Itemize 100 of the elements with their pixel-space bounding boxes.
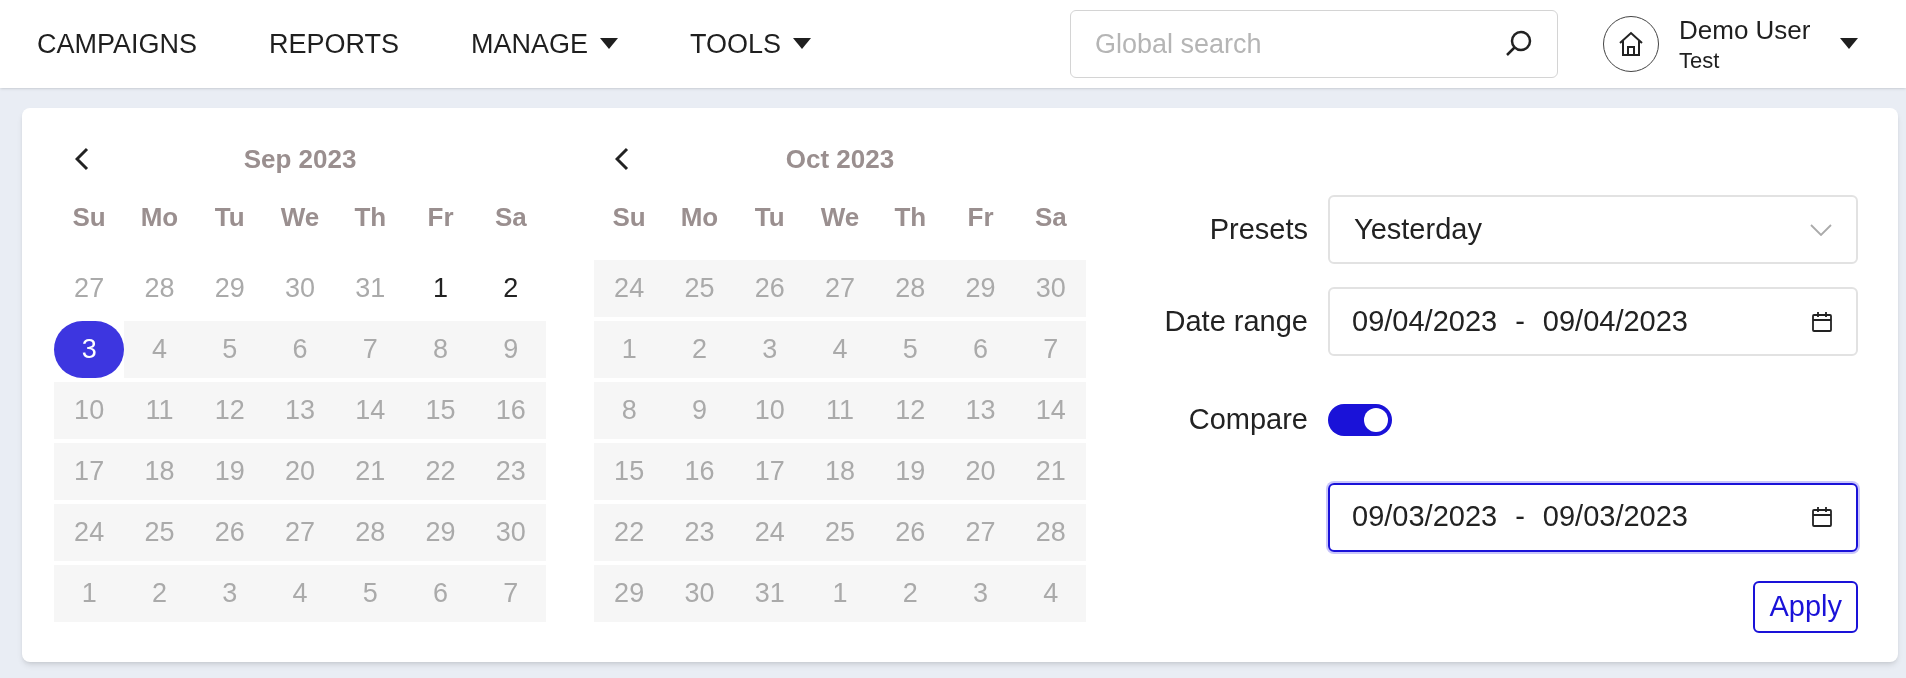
- calendar-day[interactable]: 4: [264, 565, 336, 622]
- calendar-day[interactable]: 12: [875, 382, 946, 439]
- calendar-day[interactable]: 3: [54, 321, 125, 378]
- calendar-day[interactable]: 27: [804, 260, 876, 317]
- calendar-day[interactable]: 25: [664, 260, 735, 317]
- calendar-day[interactable]: 13: [264, 382, 336, 439]
- calendar-day[interactable]: 25: [804, 504, 876, 561]
- calendar-day[interactable]: 7: [335, 321, 406, 378]
- calendar-day[interactable]: 8: [405, 321, 476, 378]
- calendar-day[interactable]: 31: [734, 565, 805, 622]
- calendar-day[interactable]: 15: [405, 382, 476, 439]
- calendar-day[interactable]: 1: [804, 565, 876, 622]
- search-field[interactable]: Global search: [1070, 10, 1558, 78]
- calendar-day[interactable]: 4: [804, 321, 876, 378]
- calendar-day[interactable]: 20: [945, 443, 1016, 500]
- calendar-day[interactable]: 2: [664, 321, 735, 378]
- weekday-label: Mo: [140, 200, 179, 234]
- calendar-day[interactable]: 12: [194, 382, 265, 439]
- calendar-day[interactable]: 11: [804, 382, 876, 439]
- calendar-day[interactable]: 5: [194, 321, 265, 378]
- calendar-day[interactable]: 23: [664, 504, 735, 561]
- calendar-day[interactable]: 6: [264, 321, 336, 378]
- weekday-label: Mo: [680, 200, 719, 234]
- calendar-day[interactable]: 4: [124, 321, 195, 378]
- calendar-day[interactable]: 2: [875, 565, 946, 622]
- calendar-day[interactable]: 3: [194, 565, 265, 622]
- apply-button[interactable]: Apply: [1753, 580, 1858, 633]
- calendar-day[interactable]: 4: [1015, 565, 1086, 622]
- calendar-day[interactable]: 22: [594, 504, 665, 561]
- calendar-day[interactable]: 15: [594, 443, 665, 500]
- nav-menu-item[interactable]: TOOLS: [690, 23, 812, 65]
- calendar-day[interactable]: 28: [875, 260, 946, 317]
- calendar-day[interactable]: 5: [335, 565, 406, 622]
- calendar-day[interactable]: 28: [1015, 504, 1086, 561]
- weekday-label: Tu: [754, 200, 785, 234]
- calendar-day[interactable]: 9: [475, 321, 546, 378]
- calendar-day[interactable]: 16: [664, 443, 735, 500]
- calendar-day[interactable]: 1: [54, 565, 125, 622]
- calendar-day[interactable]: 3: [734, 321, 805, 378]
- weekday-label: We: [280, 200, 320, 234]
- calendar-day[interactable]: 26: [734, 260, 805, 317]
- calendar-day[interactable]: 9: [664, 382, 735, 439]
- calendar-day[interactable]: 6: [405, 565, 476, 622]
- presets-dropdown[interactable]: Yesterday: [1328, 195, 1858, 264]
- weekday-label: Fr: [427, 200, 454, 234]
- calendar-day[interactable]: 14: [1015, 382, 1086, 439]
- calendar-day[interactable]: 25: [124, 504, 195, 561]
- user-name[interactable]: Demo User: [1679, 14, 1811, 47]
- calendar-day[interactable]: 27: [264, 504, 336, 561]
- calendar-day[interactable]: 24: [54, 504, 125, 561]
- calendar-day[interactable]: 23: [475, 443, 546, 500]
- caret-icon: [793, 38, 812, 50]
- weekday-label: Sa: [1034, 200, 1067, 234]
- calendar-day[interactable]: 30: [1015, 260, 1086, 317]
- weekday-label: Th: [894, 200, 927, 234]
- calendar-day[interactable]: 17: [734, 443, 805, 500]
- calendar-day[interactable]: 26: [194, 504, 265, 561]
- calendar-day[interactable]: 8: [594, 382, 665, 439]
- calendar-day[interactable]: 14: [335, 382, 406, 439]
- calendar-day[interactable]: 11: [124, 382, 195, 439]
- calendar-day[interactable]: 21: [335, 443, 406, 500]
- compare-range-field[interactable]: 09/03/2023 - 09/03/2023: [1328, 482, 1858, 552]
- calendar-day[interactable]: 21: [1015, 443, 1086, 500]
- calendar-day[interactable]: 17: [54, 443, 125, 500]
- calendar-day[interactable]: 29: [594, 565, 665, 622]
- calendar-day[interactable]: 22: [405, 443, 476, 500]
- calendar-day[interactable]: 1: [594, 321, 665, 378]
- calendar-day[interactable]: 5: [875, 321, 946, 378]
- nav-menu-item[interactable]: REPORTS: [269, 23, 400, 65]
- calendar-day[interactable]: 19: [875, 443, 946, 500]
- nav-menu-item[interactable]: CAMPAIGNS: [37, 23, 198, 65]
- calendar-day[interactable]: 10: [54, 382, 125, 439]
- calendar-day[interactable]: 3: [945, 565, 1016, 622]
- nav-menu-item[interactable]: MANAGE: [471, 23, 619, 65]
- calendar-day[interactable]: 29: [405, 504, 476, 561]
- calendar-day[interactable]: 24: [734, 504, 805, 561]
- calendar-day[interactable]: 20: [264, 443, 336, 500]
- caret-icon: [600, 38, 619, 50]
- date-range-field[interactable]: 09/04/2023 - 09/04/2023: [1328, 287, 1858, 356]
- calendar-icon: [1810, 309, 1834, 334]
- calendar-day[interactable]: 18: [804, 443, 876, 500]
- calendar-day[interactable]: 27: [945, 504, 1016, 561]
- calendar-day[interactable]: 13: [945, 382, 1016, 439]
- calendar-day[interactable]: 16: [475, 382, 546, 439]
- calendar-day[interactable]: 30: [664, 565, 735, 622]
- calendar-day[interactable]: 7: [1015, 321, 1086, 378]
- calendar-day[interactable]: 19: [194, 443, 265, 500]
- compare-toggle[interactable]: [1328, 403, 1392, 436]
- calendar-day[interactable]: 18: [124, 443, 195, 500]
- caret-icon[interactable]: [1840, 38, 1859, 50]
- calendar-day[interactable]: 30: [475, 504, 546, 561]
- weekday-label: Th: [354, 200, 387, 234]
- calendar-day[interactable]: 28: [335, 504, 406, 561]
- calendar-day[interactable]: 7: [475, 565, 546, 622]
- calendar-day[interactable]: 2: [124, 565, 195, 622]
- calendar-day[interactable]: 29: [945, 260, 1016, 317]
- calendar-day[interactable]: 26: [875, 504, 946, 561]
- calendar-day[interactable]: 10: [734, 382, 805, 439]
- calendar-day[interactable]: 6: [945, 321, 1016, 378]
- calendar-day[interactable]: 24: [594, 260, 665, 317]
